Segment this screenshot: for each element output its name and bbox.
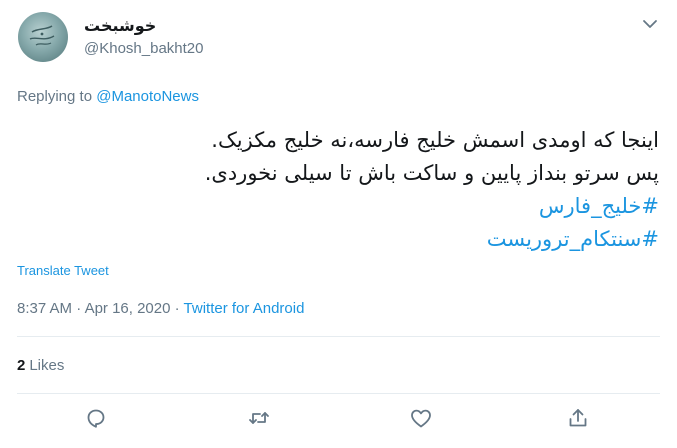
reply-icon[interactable] — [84, 406, 108, 430]
avatar[interactable] — [18, 12, 68, 62]
tweet-line: اینجا که اومدی اسمش خلیج فارسه،نه خلیج م… — [211, 128, 659, 152]
tweet-source-link[interactable]: Twitter for Android — [184, 300, 305, 317]
display-name[interactable]: خوشبخت — [84, 16, 156, 35]
likes-stat[interactable]: 2 Likes — [17, 357, 64, 374]
chevron-down-icon[interactable] — [640, 14, 660, 34]
tweet-meta: 8:37 AM · Apr 16, 2020 · Twitter for And… — [17, 300, 304, 317]
likes-label: Likes — [29, 357, 65, 374]
heart-icon[interactable] — [409, 406, 433, 430]
divider — [17, 393, 660, 394]
translate-tweet-link[interactable]: Translate Tweet — [17, 263, 109, 278]
tweet-time[interactable]: 8:37 AM — [17, 300, 72, 317]
tweet-date[interactable]: Apr 16, 2020 — [85, 300, 171, 317]
avatar-image — [29, 25, 55, 46]
tweet-text: اینجا که اومدی اسمش خلیج فارسه،نه خلیج م… — [19, 124, 659, 256]
meta-separator: · — [174, 300, 180, 317]
hashtag-link[interactable]: #سنتکام_تروریست — [19, 223, 659, 256]
hashtag-link[interactable]: #خلیج_فارس — [19, 190, 659, 223]
tweet-line: پس سرتو بنداز پایین و ساکت باش تا سیلی ن… — [204, 161, 659, 185]
share-icon[interactable] — [566, 406, 590, 430]
likes-count: 2 — [17, 357, 26, 374]
meta-separator: · — [76, 300, 82, 317]
user-handle[interactable]: @Khosh_bakht20 — [84, 40, 203, 57]
reply-mention-link[interactable]: @ManotoNews — [96, 88, 199, 105]
retweet-icon[interactable] — [247, 406, 271, 430]
replying-to-label: Replying to — [17, 88, 93, 105]
divider — [17, 336, 660, 337]
replying-to: Replying to @ManotoNews — [17, 88, 199, 105]
